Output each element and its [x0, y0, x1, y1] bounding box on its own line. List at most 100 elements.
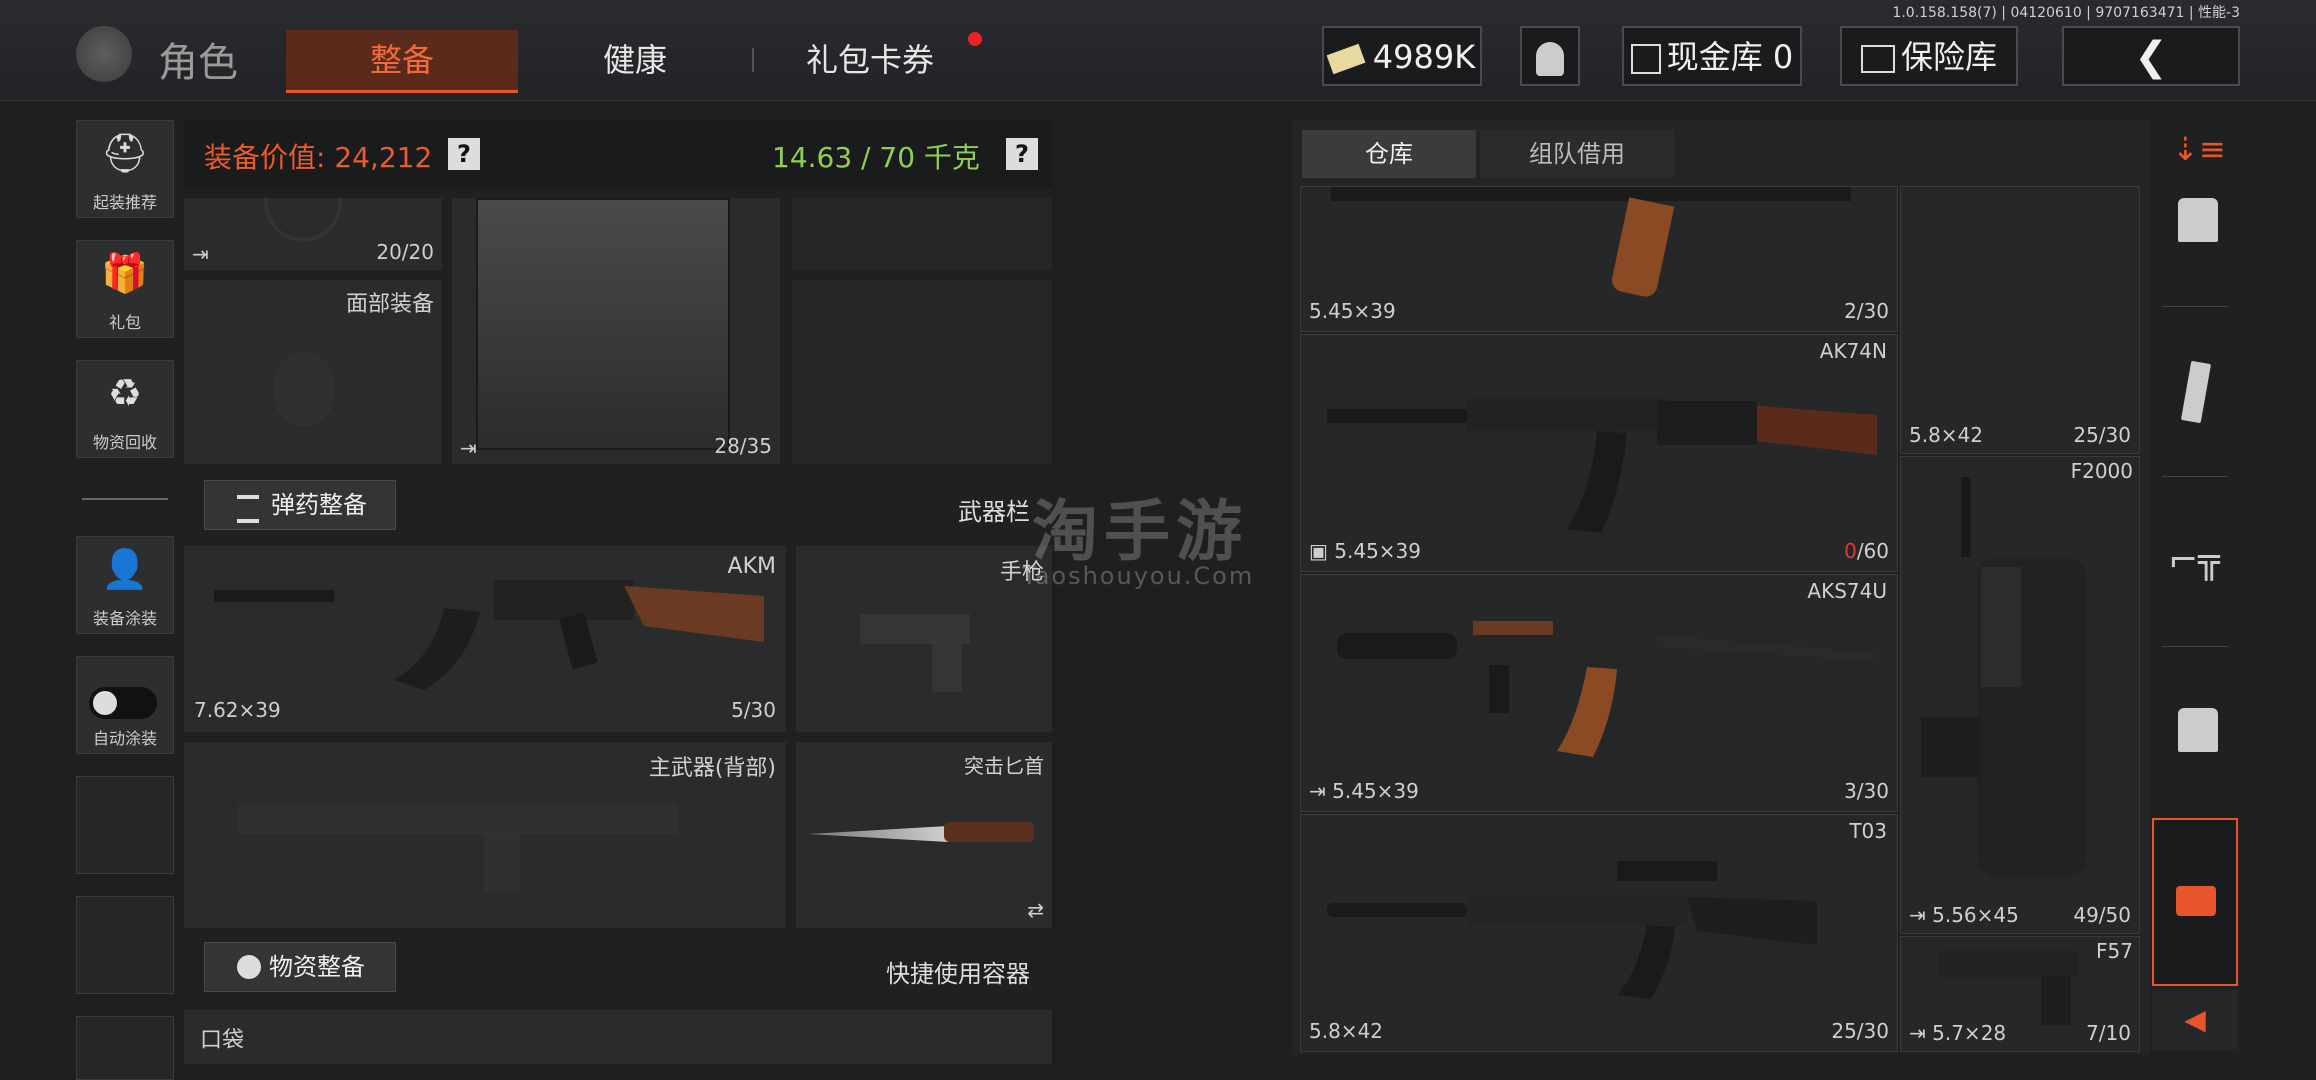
filter-vest-icon[interactable]: [2178, 708, 2218, 752]
f57-grip-image: [2041, 975, 2071, 1025]
back-weapon-label: 主武器(背部): [648, 756, 776, 781]
equipment-skin-button[interactable]: 👤 装备涂装: [76, 536, 174, 634]
page-title: 角色: [158, 40, 238, 86]
warehouse-item[interactable]: 5.8×42 25/30: [1900, 186, 2140, 454]
ammo-icon: [237, 495, 259, 523]
warehouse-item[interactable]: F57 ⇥ 5.7×28 7/10: [1900, 936, 2140, 1052]
tab-health[interactable]: 健康: [530, 30, 740, 90]
version-text: 1.0.158.158(7) | 04120610 | 9707163471 |…: [1892, 5, 2240, 21]
empty-slot: [76, 776, 174, 874]
item-ammo: ⇥ 5.56×45: [1909, 903, 2019, 927]
pistol-grip-silhouette: [932, 642, 962, 692]
tab-warehouse[interactable]: 仓库: [1302, 130, 1476, 178]
toggle-knob: [93, 691, 117, 715]
t03-rifle-image: [1327, 861, 1817, 999]
weight-help-icon[interactable]: ?: [1006, 138, 1038, 170]
money-display[interactable]: 4989K: [1322, 26, 1482, 86]
knife-slot[interactable]: 突击匕首 ⇄: [796, 742, 1052, 928]
warehouse-item[interactable]: AK74N ▣ 5.45×39 0/60: [1300, 334, 1898, 572]
unequip-icon[interactable]: ⇥: [460, 436, 477, 460]
empty-slot: [76, 896, 174, 994]
auto-skin-toggle[interactable]: 自动涂装: [76, 656, 174, 754]
filter-divider: [2162, 476, 2228, 477]
back-button[interactable]: ❮: [2062, 26, 2240, 86]
toggle-switch[interactable]: [89, 687, 157, 719]
unequip-icon: ⇥: [1909, 1021, 1933, 1045]
item-ammo: 5.8×42: [1909, 423, 1984, 447]
filter-rifle-icon[interactable]: ⌐╦: [2168, 540, 2220, 581]
supply-recycle-label: 物资回收: [92, 433, 157, 452]
warehouse-item[interactable]: 5.45×39 2/30: [1300, 186, 1898, 332]
vault-icon: [1630, 44, 1661, 74]
pocket-slot[interactable]: 口袋: [184, 1010, 1052, 1064]
pistol-slot[interactable]: 手枪: [796, 546, 1052, 732]
supply-icon: [237, 955, 261, 979]
item-count: 2/30: [1844, 299, 1889, 323]
face-gear-slot[interactable]: 面部装备: [184, 280, 442, 464]
swap-icon[interactable]: ⇄: [1027, 898, 1044, 922]
auto-skin-label: 自动涂装: [92, 729, 157, 748]
pistol-silhouette: [860, 614, 970, 644]
gift-pack-button[interactable]: 🎁 礼包: [76, 240, 174, 338]
tab-team-borrow[interactable]: 组队借用: [1480, 130, 1674, 178]
ammo-loadout-label: 弹药整备: [271, 491, 367, 519]
count-red: 0: [1844, 539, 1857, 563]
back-weapon-slot[interactable]: 主武器(背部): [184, 742, 786, 928]
sidebar-divider: [82, 498, 168, 500]
safe-icon: [1860, 45, 1895, 73]
loadout-recommend-button[interactable]: ⛑ 起装推荐: [76, 120, 174, 218]
item-ammo: 5.45×39: [1309, 299, 1396, 323]
supply-loadout-button[interactable]: 物资整备: [204, 942, 396, 992]
knife-blade-image: [808, 826, 948, 842]
soldier-icon: 👤: [101, 547, 149, 591]
akm-count: 5/30: [731, 698, 776, 722]
tab-divider: [752, 48, 754, 72]
item-name: AK74N: [1819, 339, 1887, 363]
cash-vault-button[interactable]: 现金库 0: [1622, 26, 1802, 86]
equipment-skin-label: 装备涂装: [92, 609, 157, 628]
gift-pack-label: 礼包: [108, 313, 141, 332]
ammo-loadout-button[interactable]: 弹药整备: [204, 480, 396, 530]
armor-vest-image: [476, 198, 730, 450]
f57-pistol-image: [1939, 951, 2079, 977]
gift-icon: 🎁: [101, 251, 149, 295]
value-help-icon[interactable]: ?: [448, 138, 480, 170]
cash-icon: [1326, 43, 1366, 75]
knife-handle-image: [944, 822, 1034, 842]
money-amount: 4989K: [1372, 38, 1476, 76]
armor-slot[interactable]: ⇥ 28/35: [452, 198, 780, 464]
item-ammo: ▣ 5.45×39: [1309, 539, 1421, 563]
knife-label: 突击匕首: [964, 754, 1044, 778]
tab-gift-cards[interactable]: 礼包卡券: [760, 30, 980, 90]
sort-icon[interactable]: ⇣≡: [2172, 130, 2226, 168]
operator-button[interactable]: [1520, 26, 1580, 86]
item-name: F57: [2096, 939, 2133, 963]
safe-label: 保险库: [1900, 38, 1997, 76]
empty-gear-slot[interactable]: [792, 280, 1052, 464]
item-ammo-text: 5.45×39: [1332, 779, 1419, 803]
safe-button[interactable]: 保险库: [1840, 26, 2018, 86]
filter-armor-icon[interactable]: [2178, 198, 2218, 242]
warehouse-item[interactable]: AKS74U ⇥ 5.45×39 3/30: [1300, 574, 1898, 812]
item-ammo: ⇥ 5.45×39: [1309, 779, 1419, 803]
warehouse-item[interactable]: T03 5.8×42 25/30: [1300, 814, 1898, 1052]
collapse-button[interactable]: ◀: [2152, 990, 2238, 1050]
item-ammo-text: 5.7×28: [1932, 1021, 2007, 1045]
tab-loadout[interactable]: 整备: [286, 30, 518, 93]
supply-recycle-button[interactable]: ♻ 物资回收: [76, 360, 174, 458]
backpack-slot[interactable]: [792, 198, 1052, 270]
item-ammo: ⇥ 5.7×28: [1909, 1021, 2006, 1045]
item-ammo: 5.8×42: [1309, 1019, 1384, 1043]
unequip-icon[interactable]: ⇥: [192, 242, 209, 266]
cash-vault-label: 现金库 0: [1666, 38, 1794, 76]
back-arrow-icon: ❮: [2134, 34, 2168, 80]
gear-slot-sling[interactable]: ⇥ 20/20: [184, 198, 442, 270]
item-count: 25/30: [2073, 423, 2131, 447]
item-count: 0/60: [1844, 539, 1889, 563]
filter-container-button[interactable]: [2152, 818, 2238, 986]
item-name: T03: [1849, 819, 1887, 843]
empty-slot: [76, 1016, 174, 1080]
bag-icon: ▣: [1309, 539, 1335, 563]
primary-weapon-slot[interactable]: AKM 7.62×39 5/30: [184, 546, 786, 732]
warehouse-item[interactable]: F2000 ⇥ 5.56×45 49/50: [1900, 456, 2140, 934]
